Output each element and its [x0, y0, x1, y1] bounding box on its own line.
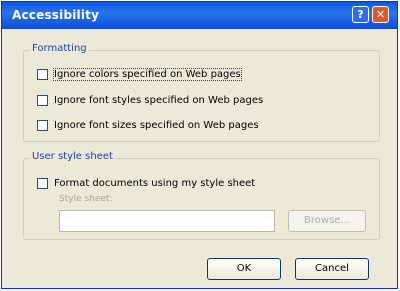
format-documents-option[interactable]: Format documents using my style sheet	[37, 176, 255, 190]
ok-button[interactable]: OK	[207, 258, 281, 280]
formatting-group: Formatting Ignore colors specified on We…	[23, 43, 380, 142]
ignore-colors-checkbox[interactable]	[37, 68, 48, 80]
ignore-colors-option[interactable]: Ignore colors specified on Web pages	[37, 67, 242, 81]
formatting-legend: Formatting	[30, 43, 89, 54]
style-sheet-field[interactable]	[59, 210, 275, 232]
window-title: Accessibility	[12, 8, 100, 22]
browse-button[interactable]: Browse...	[288, 210, 366, 232]
user-style-sheet-group: User style sheet Format documents using …	[23, 151, 380, 240]
format-documents-checkbox[interactable]	[37, 177, 48, 189]
ignore-font-styles-label: Ignore font styles specified on Web page…	[54, 94, 264, 106]
ignore-font-styles-checkbox[interactable]	[37, 94, 48, 106]
ignore-font-sizes-label: Ignore font sizes specified on Web pages	[54, 119, 259, 131]
style-sheet-label: Style sheet:	[59, 194, 113, 204]
ignore-colors-label: Ignore colors specified on Web pages	[53, 67, 242, 81]
format-documents-label: Format documents using my style sheet	[54, 177, 256, 189]
cancel-button[interactable]: Cancel	[295, 258, 369, 280]
accessibility-dialog: Accessibility ? ✕ Formatting Ignore colo…	[1, 1, 398, 289]
user-style-sheet-legend: User style sheet	[30, 151, 115, 162]
help-button[interactable]: ?	[352, 6, 369, 23]
ignore-font-sizes-checkbox[interactable]	[37, 119, 48, 131]
ignore-font-sizes-option[interactable]: Ignore font sizes specified on Web pages	[37, 118, 259, 132]
title-bar: Accessibility ? ✕	[2, 2, 397, 29]
ignore-font-styles-option[interactable]: Ignore font styles specified on Web page…	[37, 93, 263, 107]
close-button[interactable]: ✕	[372, 6, 389, 23]
